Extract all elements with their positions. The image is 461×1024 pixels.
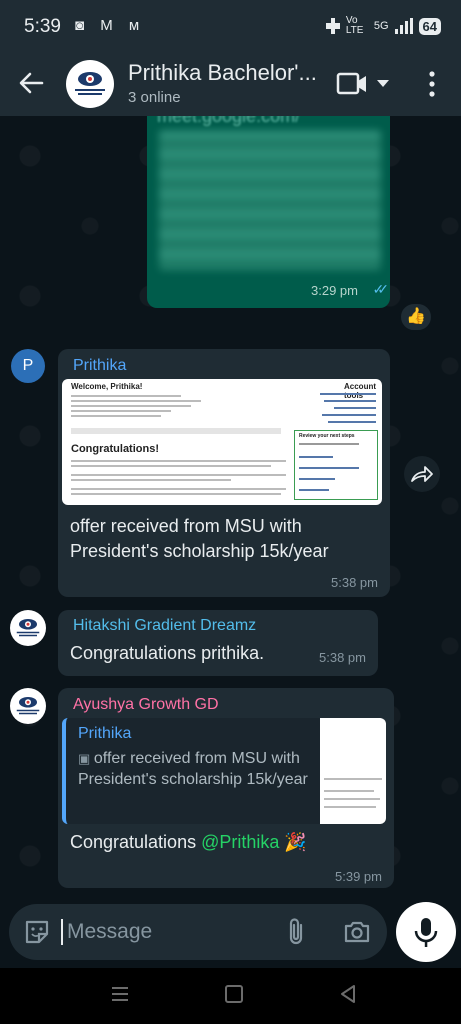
preview-side-title: Account tools: [344, 382, 376, 400]
online-status: 3 online: [128, 89, 181, 106]
avatar[interactable]: [10, 610, 46, 646]
image-preview[interactable]: Welcome, Prithika! Account tools Congrat…: [62, 379, 382, 505]
recent-apps-icon[interactable]: [110, 986, 130, 1002]
attach-icon[interactable]: [285, 917, 309, 947]
mention-link[interactable]: @Prithika: [201, 832, 279, 852]
home-icon[interactable]: [225, 985, 243, 1003]
preview-link: [320, 393, 376, 395]
group-logo-icon: [16, 697, 40, 715]
message-text: Congratulations prithika.: [70, 643, 265, 663]
preview-line: [71, 493, 281, 495]
notification-icons: ◙ M ᴍ: [75, 17, 146, 34]
quoted-text: ▣ offer received from MSU with President…: [78, 748, 314, 790]
sender-name[interactable]: Ayushya Growth GD: [73, 696, 219, 714]
back-nav-icon[interactable]: [339, 984, 357, 1004]
incoming-message[interactable]: Ayushya Growth GD Prithika ▣ offer recei…: [58, 688, 394, 888]
read-ticks-icon: ✓✓: [372, 281, 390, 297]
more-options-icon[interactable]: [420, 68, 444, 100]
preview-tab-bar: [71, 428, 281, 434]
preview-next-steps-box: Review your next steps: [294, 430, 378, 500]
mic-button[interactable]: [396, 902, 456, 962]
sticker-icon[interactable]: [23, 918, 51, 946]
message-time: 3:29 pm: [311, 283, 358, 298]
preview-link: [328, 421, 376, 423]
party-popper-emoji: 🎉: [284, 832, 307, 852]
camera-icon[interactable]: [343, 918, 371, 946]
battery-icon: 64: [418, 17, 441, 35]
preview-line: [71, 415, 161, 417]
preview-line: [71, 400, 201, 402]
thumb-line: [324, 806, 376, 808]
thumb-line: [324, 790, 374, 792]
preview-title: Welcome, Prithika!: [71, 382, 143, 391]
status-right: Vo LTE 5G 64: [325, 15, 441, 36]
group-avatar[interactable]: [66, 60, 114, 108]
network-label: 5G: [373, 20, 389, 32]
sender-name[interactable]: Prithika: [73, 357, 126, 375]
message-text-body: Congratulations: [70, 832, 197, 852]
preview-line: [71, 460, 286, 462]
group-logo-icon: [75, 72, 105, 95]
signal-icon: [394, 18, 413, 34]
text-caret: [61, 919, 63, 945]
chat-header: Prithika Bachelor'... 3 online: [0, 52, 461, 116]
preview-link: [299, 443, 359, 445]
status-time: 5:39: [24, 16, 61, 37]
preview-link: [334, 407, 376, 409]
message-time: 5:38 pm: [319, 650, 366, 665]
chat-area[interactable]: meet.google.com/ 3:29 pm ✓✓ 👍 P Prithika…: [0, 116, 461, 968]
preview-line: [71, 479, 231, 481]
message-text: Congratulations @Prithika 🎉: [70, 830, 307, 855]
preview-link: [324, 400, 376, 402]
message-text: offer received from MSU with President's…: [70, 516, 329, 561]
preview-line: [71, 474, 286, 476]
quoted-message[interactable]: Prithika ▣ offer received from MSU with …: [62, 718, 386, 824]
avatar[interactable]: [10, 688, 46, 724]
incoming-message[interactable]: Hitakshi Gradient Dreamz Congratulations…: [58, 610, 378, 676]
message-time: 5:39 pm: [335, 869, 382, 884]
preview-box-title: Review your next steps: [299, 433, 355, 439]
chat-title[interactable]: Prithika Bachelor'...: [128, 60, 317, 86]
system-nav-bar: [0, 968, 461, 1024]
volte-label: Vo LTE: [345, 15, 364, 36]
thumbs-up-reaction[interactable]: 👍: [399, 302, 433, 332]
preview-line: [71, 488, 286, 490]
sender-name[interactable]: Hitakshi Gradient Dreamz: [73, 617, 256, 635]
message-time: 5:38 pm: [331, 575, 378, 590]
mute-icon: [325, 18, 340, 34]
quoted-text-body: offer received from MSU with President's…: [78, 750, 308, 788]
image-icon: ▣: [78, 751, 94, 766]
back-arrow-icon[interactable]: [18, 66, 46, 100]
blurred-content: [159, 130, 381, 270]
message-composer: [9, 904, 387, 960]
preview-line: [71, 410, 171, 412]
preview-line: [71, 465, 271, 467]
preview-link: [299, 478, 335, 480]
preview-line: [71, 395, 181, 397]
preview-link: [299, 467, 359, 469]
mic-icon: [414, 918, 438, 947]
thumb-line: [324, 798, 380, 800]
preview-link: [322, 414, 376, 416]
thumb-line: [324, 778, 382, 780]
blurred-link[interactable]: meet.google.com/: [157, 116, 300, 127]
quoted-sender: Prithika: [78, 725, 132, 742]
video-call-icon[interactable]: [336, 70, 396, 98]
preview-link: [299, 489, 329, 491]
outgoing-message[interactable]: meet.google.com/ 3:29 pm ✓✓: [147, 116, 390, 308]
group-logo-icon: [16, 619, 40, 637]
status-bar: 5:39 ◙ M ᴍ Vo LTE 5G 64: [0, 0, 461, 52]
preview-link: [299, 456, 333, 458]
message-input[interactable]: [67, 914, 267, 950]
incoming-message[interactable]: Prithika Welcome, Prithika! Account tool…: [58, 349, 390, 597]
forward-icon[interactable]: [404, 456, 440, 492]
avatar[interactable]: P: [11, 349, 45, 383]
preview-line: [71, 405, 191, 407]
quoted-image-thumbnail: [320, 718, 386, 824]
preview-headline: Congratulations!: [71, 443, 159, 455]
